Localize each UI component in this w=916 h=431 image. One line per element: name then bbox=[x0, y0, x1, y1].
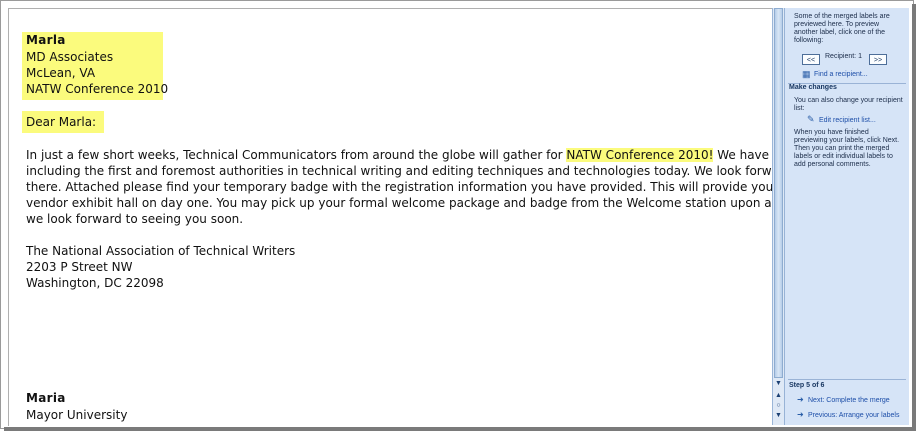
scroll-down-arrow[interactable]: ▼ bbox=[774, 379, 783, 388]
frame-shadow-right bbox=[912, 4, 916, 431]
next-page-button[interactable]: ▼ bbox=[774, 411, 783, 420]
select-browse-object-button[interactable]: ○ bbox=[774, 401, 783, 410]
make-changes-heading: Make changes bbox=[789, 84, 837, 91]
signature-street: 2203 P Street NW bbox=[26, 260, 133, 274]
mail-merge-task-pane: Some of the merged labels are previewed … bbox=[784, 8, 909, 425]
body-line-4: vendor exhibit hall on day one. You may … bbox=[26, 196, 773, 210]
body-line-2: including the first and foremost authori… bbox=[26, 164, 773, 178]
recipient-2-name: Maria bbox=[26, 391, 66, 405]
edit-list-icon: ✎ bbox=[807, 114, 815, 124]
finish-instructions: When you have finished previewing your l… bbox=[794, 129, 900, 168]
edit-recipient-list-link[interactable]: Edit recipient list... bbox=[819, 117, 904, 125]
previous-recipient-button[interactable]: << bbox=[802, 54, 820, 65]
body-line-1-end: We have lots in store fo bbox=[717, 148, 773, 162]
signature-city: Washington, DC 22098 bbox=[26, 276, 164, 290]
frame-shadow-bottom bbox=[4, 427, 916, 431]
next-recipient-button[interactable]: >> bbox=[869, 54, 887, 65]
previous-step-link[interactable]: Previous: Arrange your labels bbox=[808, 412, 906, 420]
recipient-event: NATW Conference 2010 bbox=[26, 82, 169, 96]
change-recipient-text: You can also change your recipient list: bbox=[794, 97, 903, 112]
previous-page-button[interactable]: ▲ bbox=[774, 391, 783, 400]
step-divider bbox=[788, 379, 906, 380]
recipient-company: MD Associates bbox=[26, 50, 114, 64]
preview-instructions: Some of the merged labels are previewed … bbox=[794, 13, 890, 44]
recipient-name: Marla bbox=[26, 33, 66, 47]
next-step-link[interactable]: Next: Complete the merge bbox=[808, 397, 906, 405]
body-line-3: there. Attached please find your tempora… bbox=[26, 180, 773, 194]
document-area[interactable]: Marla MD Associates McLean, VA NATW Conf… bbox=[8, 8, 773, 426]
body-line-1: In just a few short weeks, Technical Com… bbox=[26, 148, 773, 162]
body-line-1-start: In just a few short weeks, Technical Com… bbox=[26, 148, 567, 162]
find-recipient-link[interactable]: Find a recipient... bbox=[814, 71, 904, 79]
signature-org: The National Association of Technical Wr… bbox=[26, 244, 296, 258]
greeting: Dear Marla: bbox=[26, 115, 97, 129]
recipient-counter: Recipient: 1 bbox=[825, 53, 862, 60]
step-indicator: Step 5 of 6 bbox=[789, 382, 825, 389]
vertical-scrollbar[interactable]: ▼ ▲ ○ ▼ bbox=[772, 8, 784, 425]
event-highlight: NATW Conference 2010! bbox=[566, 148, 714, 162]
previous-arrow-icon: ➜ bbox=[797, 410, 804, 419]
body-line-5: we look forward to seeing you soon. bbox=[26, 212, 244, 226]
recipient-city: McLean, VA bbox=[26, 66, 96, 80]
recipient-2-company: Mayor University bbox=[26, 408, 128, 422]
next-arrow-icon: ➜ bbox=[797, 395, 804, 404]
scrollbar-thumb[interactable] bbox=[774, 8, 783, 378]
find-recipient-icon: ▦ bbox=[802, 69, 811, 79]
